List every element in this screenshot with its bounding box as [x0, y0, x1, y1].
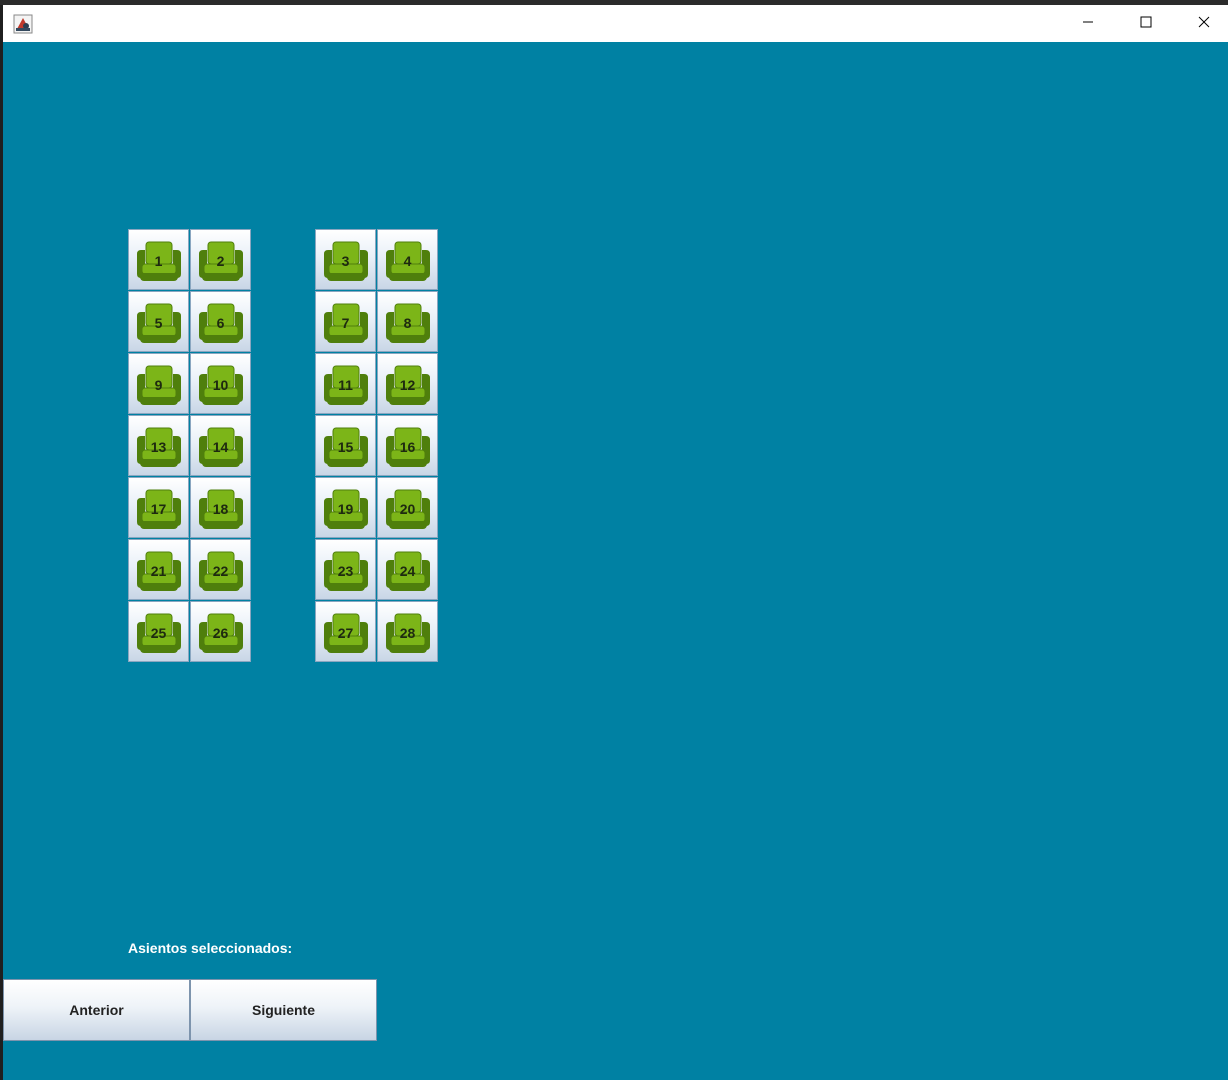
seat-number: 1: [154, 253, 163, 269]
maximize-button[interactable]: [1117, 5, 1175, 42]
seat-button[interactable]: 2: [190, 229, 251, 290]
seat-button[interactable]: 23: [315, 539, 376, 600]
close-icon: [1198, 15, 1210, 33]
minimize-button[interactable]: [1059, 5, 1117, 42]
seat-button[interactable]: 25: [128, 601, 189, 662]
title-bar[interactable]: [3, 5, 1228, 42]
seat-number: 12: [399, 377, 416, 393]
previous-button[interactable]: Anterior: [3, 979, 190, 1041]
seat-button[interactable]: 19: [315, 477, 376, 538]
seat-button[interactable]: 26: [190, 601, 251, 662]
maximize-icon: [1140, 15, 1152, 33]
seat-button[interactable]: 18: [190, 477, 251, 538]
main-panel: 1 2 5 6 9 10 13 14 17 18 21 22 25 26 3 4 7 8 11 12 15 16 19 20 2…: [3, 42, 1228, 1080]
seat-number: 5: [154, 315, 163, 331]
seat-number: 10: [212, 377, 229, 393]
next-button[interactable]: Siguiente: [190, 979, 377, 1041]
seat-button[interactable]: 11: [315, 353, 376, 414]
seat-number: 14: [212, 439, 229, 455]
seat-number: 11: [338, 377, 353, 393]
seat-button[interactable]: 15: [315, 415, 376, 476]
seat-button[interactable]: 1: [128, 229, 189, 290]
seat-button[interactable]: 3: [315, 229, 376, 290]
seat-number: 28: [399, 625, 416, 641]
seat-button[interactable]: 27: [315, 601, 376, 662]
seat-number: 23: [337, 563, 354, 579]
seat-button[interactable]: 22: [190, 539, 251, 600]
seat-number: 9: [154, 377, 163, 393]
seat-button[interactable]: 10: [190, 353, 251, 414]
java-app-icon: [13, 14, 33, 34]
seat-button[interactable]: 16: [377, 415, 438, 476]
seat-button[interactable]: 8: [377, 291, 438, 352]
seat-number: 18: [212, 501, 229, 517]
seat-button[interactable]: 6: [190, 291, 251, 352]
seat-button[interactable]: 4: [377, 229, 438, 290]
seat-button[interactable]: 17: [128, 477, 189, 538]
seat-button[interactable]: 20: [377, 477, 438, 538]
seat-button[interactable]: 7: [315, 291, 376, 352]
seat-number: 8: [403, 315, 412, 331]
seat-button[interactable]: 21: [128, 539, 189, 600]
seat-number: 24: [399, 563, 416, 579]
seat-button[interactable]: 13: [128, 415, 189, 476]
seat-number: 7: [341, 315, 350, 331]
seat-number: 2: [216, 253, 225, 269]
seat-button[interactable]: 12: [377, 353, 438, 414]
seat-number: 19: [337, 501, 354, 517]
seat-number: 17: [150, 501, 167, 517]
seat-button[interactable]: 9: [128, 353, 189, 414]
seat-button[interactable]: 24: [377, 539, 438, 600]
seat-button[interactable]: 5: [128, 291, 189, 352]
seat-number: 21: [150, 563, 167, 579]
seat-number: 27: [337, 625, 354, 641]
seat-button[interactable]: 28: [377, 601, 438, 662]
seat-number: 16: [399, 439, 416, 455]
close-button[interactable]: [1175, 5, 1228, 42]
seat-number: 4: [403, 253, 412, 269]
seat-number: 6: [216, 315, 225, 331]
seat-number: 22: [212, 563, 229, 579]
seat-number: 20: [399, 501, 416, 517]
seat-number: 26: [212, 625, 229, 641]
seat-number: 25: [150, 625, 167, 641]
selected-seats-label: Asientos seleccionados:: [128, 940, 293, 956]
seat-number: 13: [150, 439, 167, 455]
seat-number: 15: [337, 439, 354, 455]
minimize-icon: [1082, 15, 1094, 33]
seat-number: 3: [341, 253, 350, 269]
seat-button[interactable]: 14: [190, 415, 251, 476]
